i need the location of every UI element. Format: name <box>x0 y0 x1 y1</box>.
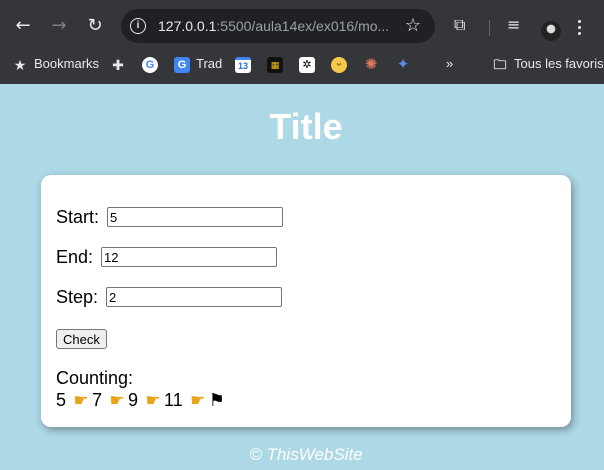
bookmark-emoji[interactable]: ᵕ <box>331 54 353 74</box>
translate-icon: G <box>174 56 190 73</box>
browser-chrome: ← → ↻ i 127.0.0.1:5500/aula14ex/ex016/mo… <box>0 0 604 84</box>
bookmarks-overflow-button[interactable]: » <box>446 54 453 74</box>
pointing-hand-icon: ☛ <box>190 391 206 411</box>
bookmark-claude[interactable]: ✺ <box>363 54 385 74</box>
forward-arrow-icon[interactable]: → <box>47 14 71 38</box>
end-row: End: <box>56 246 278 268</box>
page-title: Title <box>269 106 343 147</box>
overflow-chevron-icon: » <box>446 56 454 71</box>
start-label: Start: <box>56 206 100 227</box>
bookmark-calendar[interactable]: 13 <box>235 54 257 74</box>
step-label: Step: <box>56 286 99 307</box>
folder-icon: 🗀 <box>493 56 507 72</box>
address-bar[interactable]: i 127.0.0.1:5500/aula14ex/ex016/mo... ☆ <box>121 9 435 43</box>
bookmark-extensions[interactable]: ✚ <box>110 54 132 74</box>
back-arrow-icon[interactable]: ← <box>11 14 35 38</box>
trad-label: Trad <box>196 56 223 71</box>
count-value: 11 <box>164 390 183 410</box>
star-icon: ★ <box>13 56 27 73</box>
bookmark-google[interactable]: G <box>142 54 164 74</box>
checkered-flag-icon: ⚑ <box>208 390 225 411</box>
browser-toolbar: ← → ↻ i 127.0.0.1:5500/aula14ex/ex016/mo… <box>0 6 604 46</box>
count-value: 5 <box>56 390 67 410</box>
claude-icon: ✺ <box>364 55 378 73</box>
bookmarks-bar: ★ Bookmarks ✚ G G Trad 13 ▦ ✲ ᵕ ✺ ✦ » 🗀 … <box>0 50 604 78</box>
puzzle-icon: ✚ <box>112 56 124 73</box>
reload-icon[interactable]: ↻ <box>83 14 107 38</box>
pointing-hand-icon: ☛ <box>109 391 125 411</box>
google-icon: G <box>142 56 158 73</box>
step-row: Step: <box>56 286 283 308</box>
footer-text: © ThisWebSite <box>249 445 363 464</box>
bookmarks-label: Bookmarks <box>34 56 100 71</box>
pointing-hand-icon: ☛ <box>73 391 89 411</box>
profile-avatar[interactable] <box>541 21 561 41</box>
folder-label: Tous les favoris <box>514 56 604 71</box>
count-value: 7 <box>92 390 103 410</box>
bookmark-game[interactable]: ▦ <box>267 54 289 74</box>
end-label: End: <box>56 246 94 267</box>
counting-result: 5 ☛ 7 ☛ 9 ☛ 11 ☛ ⚑ <box>56 390 225 411</box>
bookmark-trad[interactable]: G Trad <box>174 54 222 74</box>
url-text[interactable]: 127.0.0.1:5500/aula14ex/ex016/mo... <box>158 18 389 34</box>
end-input[interactable] <box>101 247 278 268</box>
emoji-icon: ᵕ <box>331 56 347 73</box>
form-card: Start: End: Step: Check Counting: 5☛7☛9☛… <box>41 175 571 427</box>
extensions-icon[interactable]: ⧉ <box>454 15 465 35</box>
url-host: 127.0.0.1 <box>158 18 217 34</box>
bookmark-chatgpt[interactable]: ✲ <box>299 54 321 74</box>
start-input[interactable] <box>107 207 284 228</box>
all-bookmarks-folder[interactable]: 🗀 Tous les favoris <box>492 54 604 74</box>
counting-label: Counting: <box>56 368 134 388</box>
bookmark-star-icon[interactable]: ☆ <box>405 15 421 36</box>
gemini-icon: ✦ <box>396 55 410 73</box>
chatgpt-icon: ✲ <box>299 56 315 73</box>
bookmark-gemini[interactable]: ✦ <box>395 54 417 74</box>
site-info-icon[interactable]: i <box>130 18 146 34</box>
count-value: 9 <box>128 390 139 410</box>
url-path: :5500/aula14ex/ex016/mo... <box>216 18 390 34</box>
pointing-hand-icon: ☛ <box>145 391 161 411</box>
bookmarks-button[interactable]: ★ Bookmarks <box>12 54 99 74</box>
step-input[interactable] <box>106 287 283 308</box>
toolbar-divider <box>489 20 490 36</box>
media-controls-icon[interactable]: ≡ <box>507 15 520 34</box>
menu-dots-icon[interactable] <box>578 20 582 38</box>
calendar-icon: 13 <box>235 56 251 73</box>
check-button[interactable]: Check <box>56 329 107 349</box>
game-icon: ▦ <box>267 56 283 73</box>
start-row: Start: <box>56 206 284 228</box>
